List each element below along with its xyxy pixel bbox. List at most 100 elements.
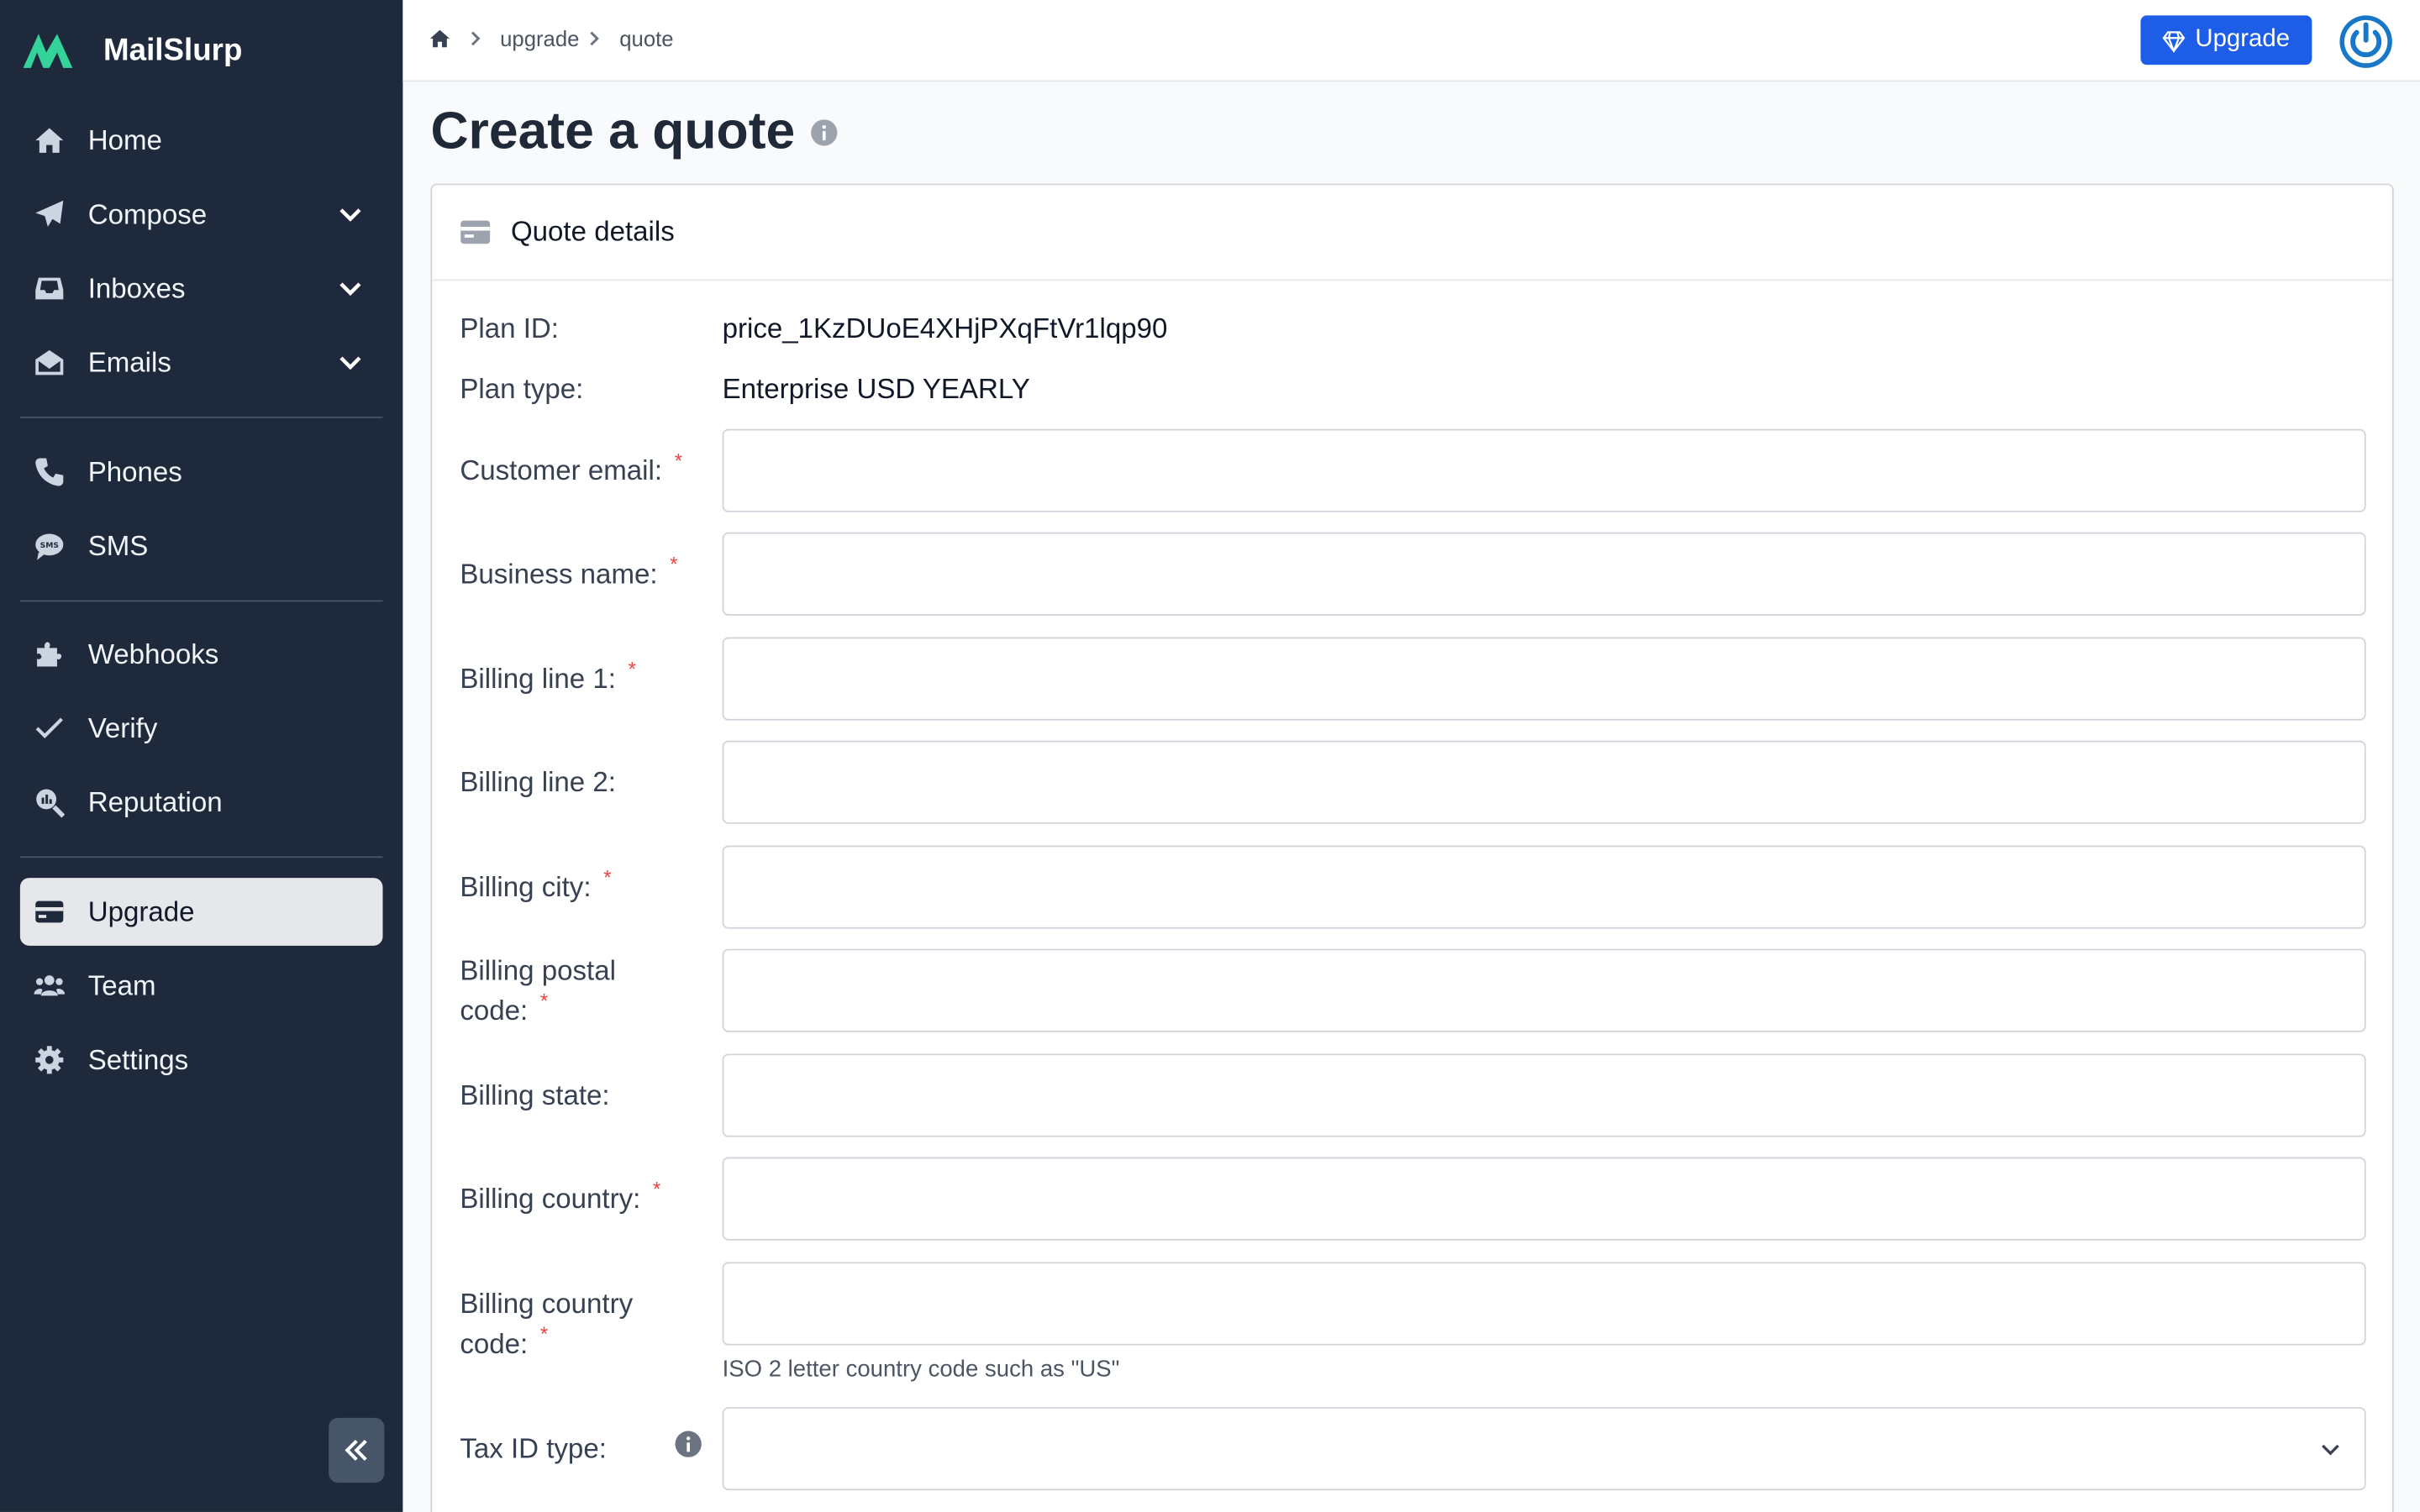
page-title: Create a quote: [430, 102, 838, 162]
puzzle-icon: [33, 638, 66, 671]
chevron-right-icon: [591, 31, 600, 46]
envelope-open-icon: [33, 345, 66, 379]
inbox-icon: [33, 271, 66, 305]
sidebar-item-label: Home: [87, 123, 162, 155]
sidebar-item-label: Upgrade: [87, 895, 195, 927]
customer-email-label: Customer email: *: [460, 449, 683, 486]
phone-icon: [33, 455, 66, 489]
card-header: Quote details: [432, 185, 2392, 281]
billing-city-field[interactable]: [722, 845, 2366, 929]
sidebar-item-reputation[interactable]: Reputation: [20, 769, 383, 837]
required-asterisk: *: [539, 989, 549, 1012]
sidebar-divider: [19, 416, 383, 418]
sidebar-item-label: Team: [87, 969, 156, 1001]
sidebar-item-team[interactable]: Team: [20, 952, 383, 1020]
check-icon: [33, 711, 66, 745]
upgrade-button[interactable]: Upgrade: [2140, 15, 2312, 66]
sidebar-item-compose[interactable]: Compose: [20, 181, 383, 249]
sidebar-item-verify[interactable]: Verify: [20, 695, 383, 763]
billing-line1-field[interactable]: [722, 637, 2366, 721]
plan-id-label: Plan ID:: [460, 312, 559, 344]
sidebar-item-home[interactable]: Home: [20, 107, 383, 175]
customer-email-field[interactable]: [722, 428, 2366, 512]
required-asterisk: *: [653, 1177, 661, 1200]
sidebar-item-label: Inboxes: [87, 272, 186, 303]
topbar: upgrade quote Upgrade: [402, 0, 2420, 82]
billing-country-code-field[interactable]: [722, 1262, 2366, 1346]
sidebar-item-label: Emails: [87, 346, 171, 378]
gear-icon: [33, 1043, 66, 1077]
users-icon: [33, 969, 66, 1002]
plan-id-value: price_1KzDUoE4XHjPXqFtVr1lqp90: [722, 312, 1168, 344]
quote-details-card: Quote details Plan ID: price_1KzDUoE4XHj…: [430, 183, 2394, 1512]
breadcrumb-quote[interactable]: quote: [619, 26, 673, 50]
sidebar-item-sms[interactable]: SMS SMS: [20, 512, 383, 580]
home-icon: [33, 123, 66, 157]
plan-type-value: Enterprise USD YEARLY: [722, 373, 1030, 405]
double-chevron-left-icon: [345, 1440, 367, 1461]
chevron-down-icon[interactable]: [336, 349, 364, 376]
breadcrumb-upgrade[interactable]: upgrade: [500, 26, 579, 50]
required-asterisk: *: [603, 865, 612, 889]
sidebar-item-phones[interactable]: Phones: [20, 438, 383, 507]
mailslurp-logo-icon: [23, 34, 73, 68]
power-icon[interactable]: [2338, 14, 2394, 70]
credit-card-icon: [33, 895, 66, 928]
sidebar-item-label: SMS: [87, 529, 149, 561]
sidebar-item-upgrade[interactable]: Upgrade: [19, 878, 383, 946]
sidebar-item-webhooks[interactable]: Webhooks: [20, 620, 383, 688]
billing-country-field[interactable]: [722, 1157, 2366, 1241]
plan-type-label: Plan type:: [460, 373, 584, 405]
credit-card-icon: [460, 219, 491, 244]
chevron-down-icon[interactable]: [336, 275, 364, 302]
sidebar-item-label: Compose: [87, 198, 208, 229]
billing-postal-code-field[interactable]: [722, 948, 2366, 1032]
required-asterisk: *: [539, 1322, 549, 1346]
sidebar-item-inboxes[interactable]: Inboxes: [20, 255, 383, 323]
upgrade-button-label: Upgrade: [2195, 26, 2291, 53]
card-title: Quote details: [510, 216, 675, 247]
info-icon[interactable]: [811, 118, 839, 146]
business-name-field[interactable]: [722, 532, 2366, 616]
sidebar-item-emails[interactable]: Emails: [20, 328, 383, 396]
brand[interactable]: MailSlurp: [20, 24, 243, 76]
diamond-icon: [2163, 30, 2186, 52]
billing-country-code-label: Billing country code: *: [460, 1288, 634, 1360]
billing-city-label: Billing city: *: [460, 865, 612, 903]
sidebar-divider: [19, 856, 383, 858]
billing-country-label: Billing country: *: [460, 1177, 661, 1215]
search-chart-icon: [33, 785, 66, 819]
collapse-sidebar-button[interactable]: [329, 1417, 385, 1483]
sidebar-item-label: Webhooks: [87, 638, 219, 669]
business-name-label: Business name: *: [460, 552, 678, 590]
svg-text:SMS: SMS: [40, 541, 59, 550]
billing-postal-code-label: Billing postal code: *: [460, 954, 616, 1026]
sidebar-item-label: Settings: [87, 1043, 189, 1075]
breadcrumb: upgrade quote: [429, 26, 674, 51]
sidebar-item-label: Reputation: [87, 785, 223, 817]
billing-line2-field[interactable]: [722, 740, 2366, 824]
billing-state-label: Billing state:: [460, 1079, 610, 1111]
country-code-hint: ISO 2 letter country code such as "US": [722, 1356, 1120, 1383]
sidebar: MailSlurp Home Compose Inboxes Emails Ph…: [0, 0, 403, 1512]
paper-plane-icon: [33, 197, 66, 231]
tax-id-type-label: Tax ID type:: [460, 1433, 607, 1465]
app-name: MailSlurp: [103, 33, 243, 67]
required-asterisk: *: [628, 657, 636, 680]
sms-icon: SMS: [33, 529, 66, 563]
info-icon[interactable]: [675, 1431, 702, 1458]
page-title-text: Create a quote: [430, 102, 796, 161]
billing-line1-label: Billing line 1: *: [460, 657, 636, 695]
chevron-down-icon: [2322, 1444, 2339, 1456]
sidebar-item-settings[interactable]: Settings: [20, 1026, 383, 1094]
sidebar-item-label: Verify: [87, 711, 158, 743]
required-asterisk: *: [674, 449, 683, 473]
home-icon[interactable]: [429, 28, 451, 50]
sidebar-divider: [19, 600, 383, 602]
chevron-down-icon[interactable]: [336, 201, 364, 228]
chevron-right-icon: [471, 31, 481, 46]
billing-state-field[interactable]: [722, 1053, 2366, 1137]
required-asterisk: *: [670, 552, 678, 576]
billing-line2-label: Billing line 2:: [460, 766, 616, 798]
tax-id-type-select[interactable]: [722, 1407, 2366, 1491]
